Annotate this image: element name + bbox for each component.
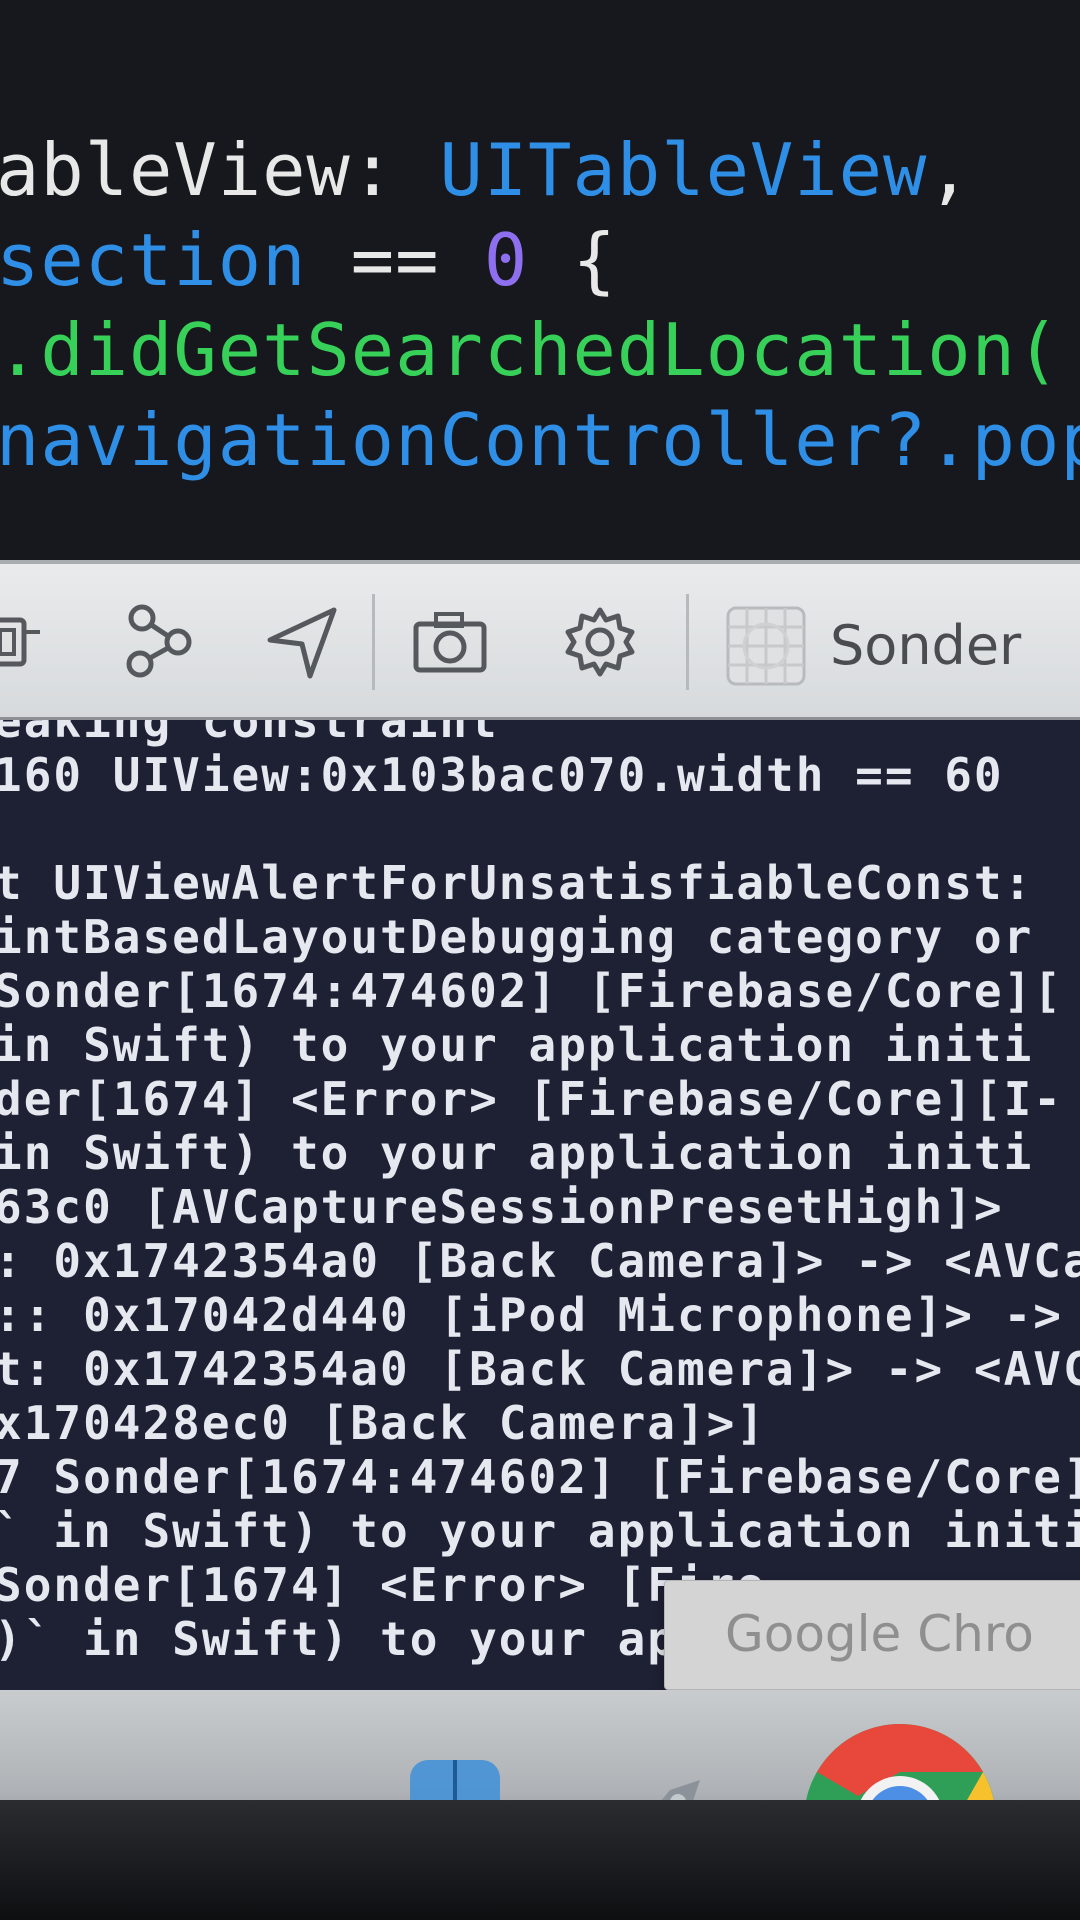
console-log-line: t UIViewAlertForUnsatisfiableConst: bbox=[0, 856, 1034, 910]
code-token: .didGetSearchedLocation( bbox=[0, 308, 1061, 392]
code-token: section bbox=[0, 218, 307, 302]
location-icon[interactable] bbox=[262, 602, 342, 682]
code-token: == bbox=[306, 218, 484, 302]
console-log-line: 160 UIView:0x103bac070.width == 60 bbox=[0, 748, 1004, 802]
code-token: navigationController?.pop bbox=[0, 398, 1080, 482]
gear-icon[interactable] bbox=[560, 602, 640, 682]
code-line: .didGetSearchedLocation( bbox=[0, 308, 1060, 392]
console-log-line: eaking constraint bbox=[0, 720, 499, 748]
scheme-app-name[interactable]: Sonder bbox=[830, 614, 1021, 677]
console-log-line: )` in Swift) to your appli bbox=[0, 1612, 767, 1666]
console-log-line: Sonder[1674:474602] [Firebase/Core][ bbox=[0, 964, 1063, 1018]
console-log-line: Sonder[1674] <Error> [Fire bbox=[0, 1558, 767, 1612]
console-log-line: : 0x1742354a0 [Back Camera]> -> <AVCa bbox=[0, 1234, 1080, 1288]
code-line: ableView: UITableView, bbox=[0, 128, 972, 212]
app-grid-icon[interactable] bbox=[724, 604, 808, 688]
code-line: section == 0 { bbox=[0, 218, 617, 302]
toolbar-divider bbox=[686, 594, 689, 690]
console-log-line: x170428ec0 [Back Camera]>] bbox=[0, 1396, 767, 1450]
memory-graph-icon[interactable] bbox=[0, 602, 50, 682]
code-token: ableView: bbox=[0, 128, 440, 212]
code-token: { bbox=[528, 218, 617, 302]
dock-tooltip: Google Chro bbox=[664, 1580, 1080, 1690]
console-log-line: :: 0x17042d440 [iPod Microphone]> -> <A bbox=[0, 1288, 1080, 1342]
code-token: UITableView bbox=[439, 128, 928, 212]
code-editor[interactable]: ableView: UITableView, section == 0 {.di… bbox=[0, 0, 1080, 560]
console-log-line: 63c0 [AVCaptureSessionPresetHigh]> bbox=[0, 1180, 1004, 1234]
code-token: 0 bbox=[483, 218, 529, 302]
console-log-line: in Swift) to your application initi bbox=[0, 1018, 1034, 1072]
console-log-line: intBasedLayoutDebugging category or bbox=[0, 910, 1034, 964]
console-log-line: der[1674] <Error> [Firebase/Core][I- bbox=[0, 1072, 1063, 1126]
code-token: , bbox=[927, 128, 972, 212]
dock-tooltip-text: Google Chro bbox=[725, 1605, 1034, 1663]
debug-toolbar: Sonder bbox=[0, 560, 1080, 720]
environment-overrides-icon[interactable] bbox=[120, 602, 200, 682]
console-log-line: t: 0x1742354a0 [Back Camera]> -> <AVCa bbox=[0, 1342, 1080, 1396]
console-log-line: 7 Sonder[1674:474602] [Firebase/Core][I bbox=[0, 1450, 1080, 1504]
camera-icon[interactable] bbox=[410, 602, 490, 682]
console-log-line: ` in Swift) to your application initial bbox=[0, 1504, 1080, 1558]
toolbar-divider bbox=[372, 594, 375, 690]
monitor-bezel bbox=[0, 1800, 1080, 1920]
code-line: navigationController?.pop bbox=[0, 398, 1080, 482]
console-log-line: in Swift) to your application initi bbox=[0, 1126, 1034, 1180]
